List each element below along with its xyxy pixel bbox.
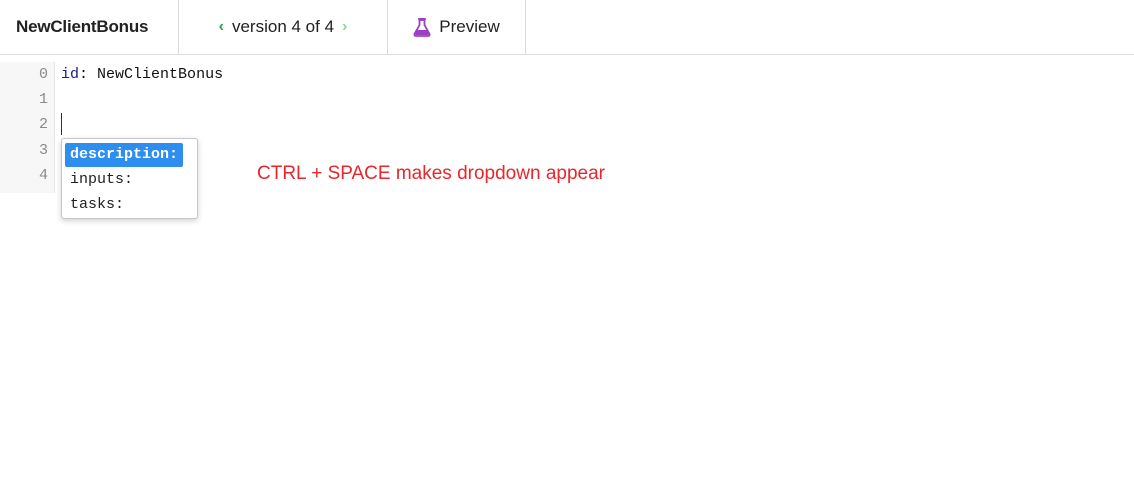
- annotation-text: CTRL + SPACE makes dropdown appear: [257, 163, 605, 184]
- autocomplete-item-inputs[interactable]: inputs:: [65, 168, 138, 192]
- chevron-left-icon[interactable]: ‹: [219, 18, 224, 36]
- flask-icon: [413, 18, 431, 37]
- yaml-value: NewClientBonus: [97, 66, 224, 83]
- autocomplete-item-description[interactable]: description:: [65, 143, 184, 167]
- preview-label: Preview: [439, 17, 500, 36]
- line-number: 1: [38, 91, 48, 108]
- text-cursor: [61, 113, 62, 135]
- version-label: version 4 of 4: [231, 17, 335, 36]
- line-number: 4: [38, 167, 48, 184]
- code-line-0[interactable]: id: NewClientBonus: [61, 62, 223, 87]
- autocomplete-item-tasks[interactable]: tasks:: [65, 193, 129, 217]
- line-number: 2: [38, 116, 48, 133]
- version-navigator: ‹ version 4 of 4 ›: [179, 0, 388, 54]
- yaml-colon: :: [79, 66, 89, 83]
- top-bar: NewClientBonus ‹ version 4 of 4 › Previe…: [0, 0, 1134, 55]
- preview-button[interactable]: Preview: [388, 0, 526, 54]
- autocomplete-dropdown[interactable]: description: inputs: tasks:: [61, 138, 198, 219]
- line-number: 3: [38, 142, 48, 159]
- line-number-gutter: 0 1 2 3 4: [0, 62, 55, 193]
- line-number: 0: [38, 66, 48, 83]
- document-title: NewClientBonus: [0, 0, 179, 54]
- chevron-right-icon[interactable]: ›: [342, 18, 347, 36]
- yaml-key: id: [61, 66, 80, 83]
